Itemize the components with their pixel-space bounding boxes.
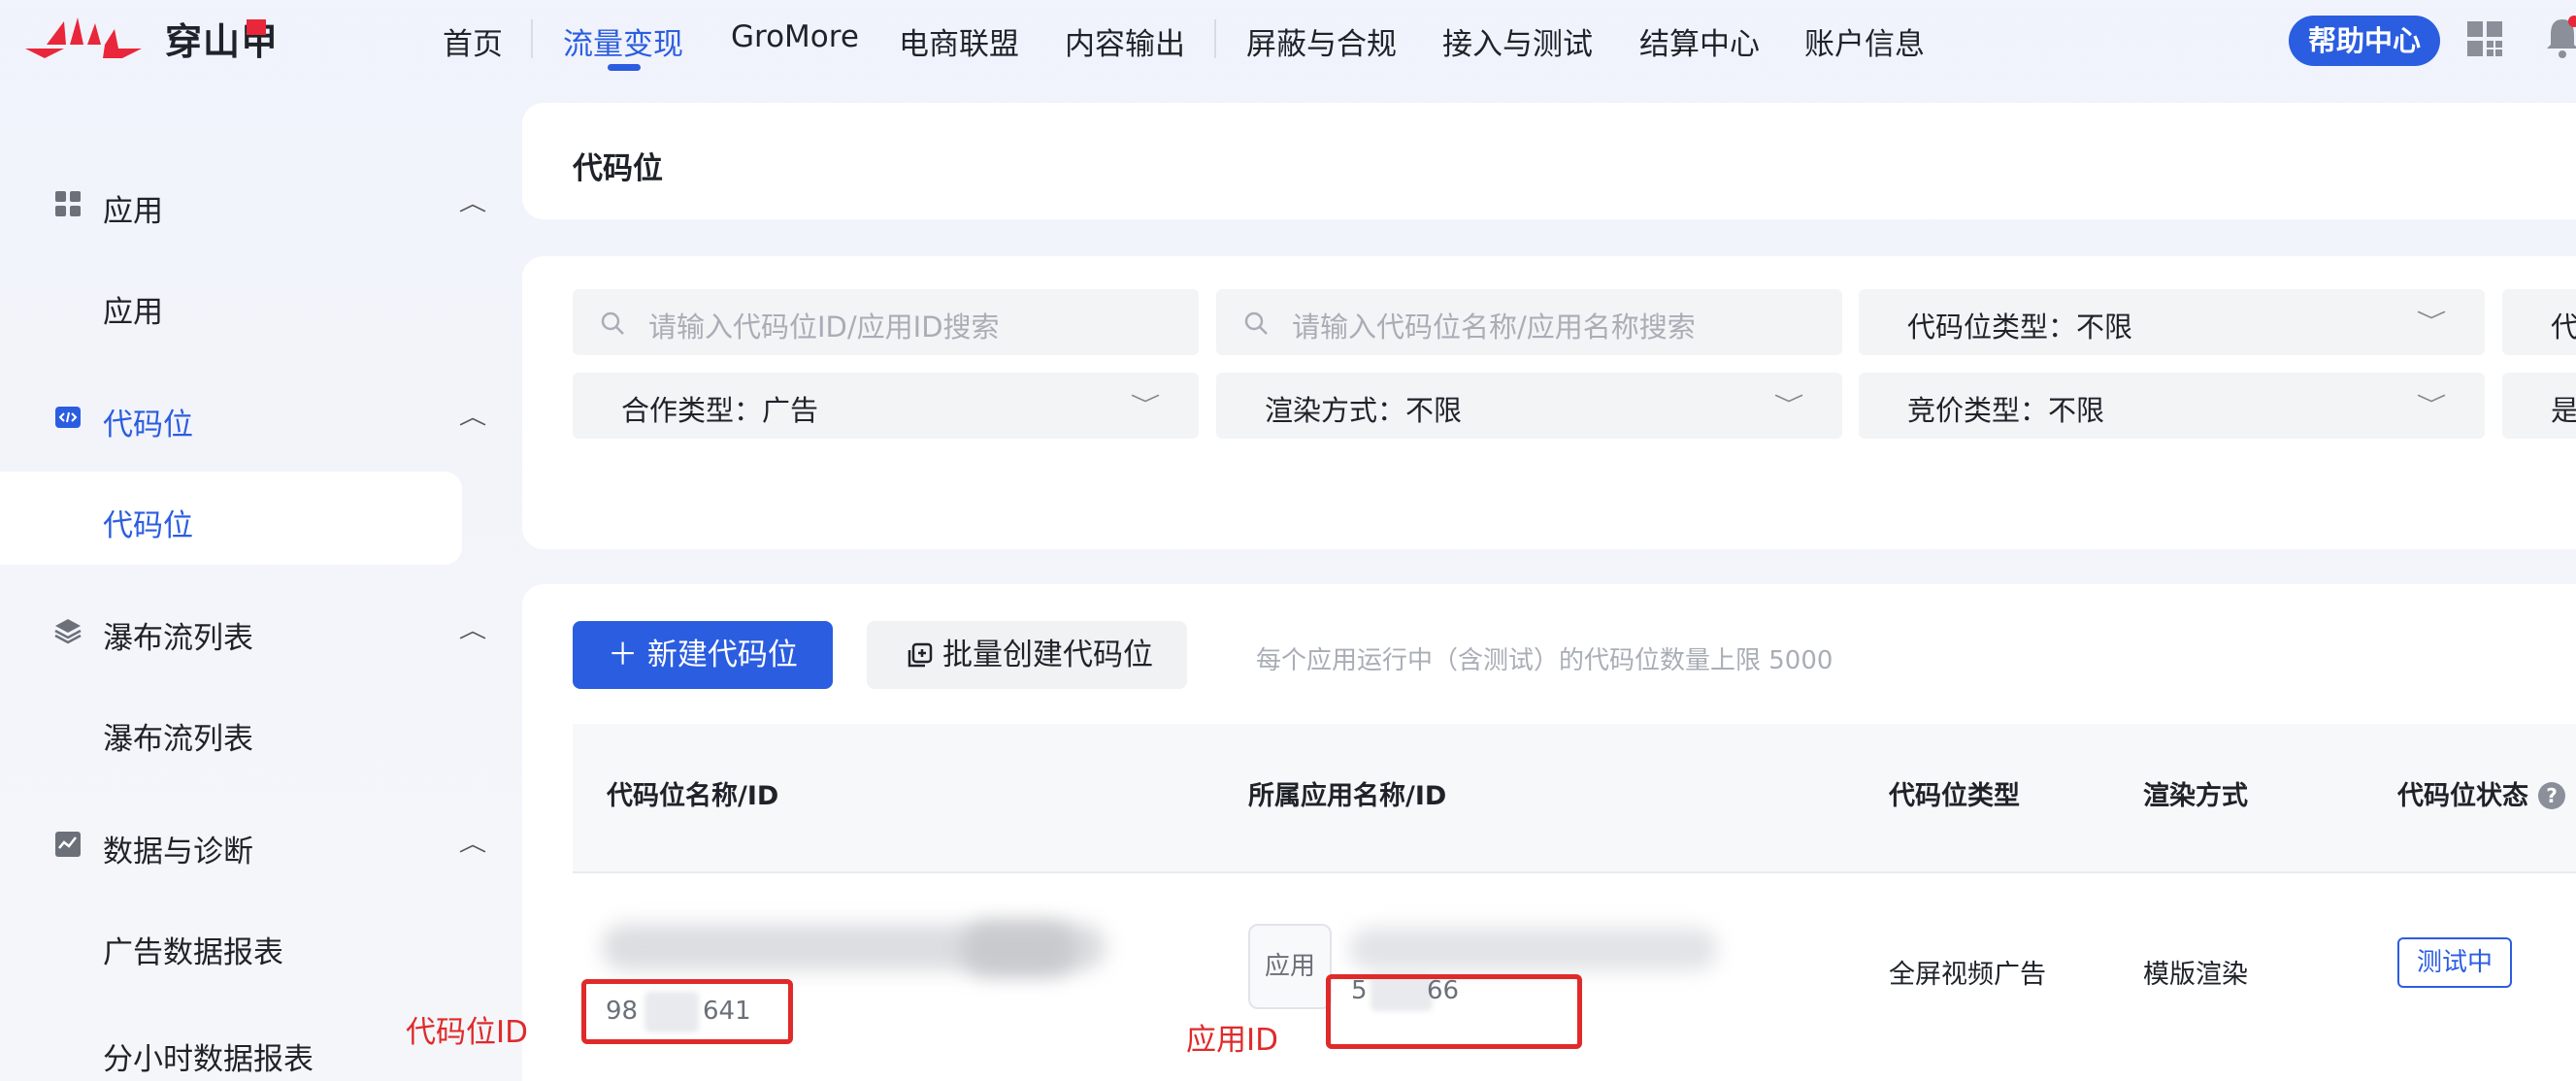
chevron-up-icon[interactable]: ︿ [459,827,487,858]
search-name-placeholder: 请输入代码位名称/应用名称搜索 [1292,311,1696,344]
new-code-slot-label: 新建代码位 [646,638,798,672]
batch-create-label: 批量创建代码位 [942,638,1153,672]
chevron-up-icon[interactable]: ︿ [459,613,487,644]
sidebar-item-code-slots[interactable]: 代码位 [103,501,193,544]
new-code-slot-button[interactable]: ＋ 新建代码位 [573,621,833,689]
chevron-up-icon[interactable]: ︿ [459,186,487,217]
slot-id-annotation-box [581,979,793,1044]
batch-copy-icon [908,642,933,668]
bid-type-value: 竞价类型：不限 [1907,394,2105,427]
page-header-card [522,103,2576,219]
filter-cut-text: 代 [2551,311,2576,344]
chart-icon [55,832,81,857]
render-mode-select[interactable]: 渲染方式：不限 ﹀ [1216,373,1842,439]
slot-type-select[interactable]: 代码位类型：不限 ﹀ [1859,289,2485,355]
top-navigation: 穿山甲 首页 流量变现 GroMore 电商联盟 内容输出 屏蔽与合规 接入与测… [0,0,2576,82]
column-header-status-label: 代码位状态 [2397,781,2528,811]
sidebar-item-hourly-report[interactable]: 分小时数据报表 [103,1034,314,1078]
nav-active-indicator [608,64,641,71]
app-icon-placeholder: 应用 [1248,924,1332,1009]
chevron-up-icon[interactable]: ︿ [459,400,487,431]
app-id-annotation-label: 应用ID [1186,1023,1279,1058]
render-cell: 模版渲染 [2143,960,2248,990]
app-id-annotation-box [1326,974,1582,1049]
table-header: 代码位名称/ID 所属应用名称/ID 代码位类型 渲染方式 代码位状态? [573,724,2576,873]
sidebar-active-highlight [0,472,462,565]
sidebar-item-apps[interactable]: 应用 [103,287,163,331]
sidebar-group-label: 应用 [103,194,163,229]
nav-divider [531,19,533,58]
coop-type-value: 合作类型：广告 [621,394,819,427]
page-title: 代码位 [573,151,663,186]
nav-account[interactable]: 账户信息 [1804,19,1925,63]
code-icon [55,407,81,428]
nav-content-output[interactable]: 内容输出 [1065,19,1185,63]
sidebar-item-waterfall[interactable]: 瀑布流列表 [103,714,253,758]
nav-shield-compliance[interactable]: 屏蔽与合规 [1246,19,1397,63]
apps-grid-icon[interactable] [2465,19,2504,58]
pangle-logo[interactable] [25,16,171,62]
column-header-slot-type: 代码位类型 [1889,781,2020,811]
slot-type-value: 代码位类型：不限 [1907,311,2133,344]
filter-cut-right-1[interactable]: 代 [2502,289,2576,355]
slot-limit-hint: 每个应用运行中（含测试）的代码位数量上限 5000 [1256,646,1833,675]
column-header-slot: 代码位名称/ID [607,781,779,811]
filter-cut-right-2[interactable]: 是 [2502,373,2576,439]
bell-icon[interactable] [2543,14,2576,60]
slot-type-cell: 全屏视频广告 [1889,960,2046,990]
help-center-button[interactable]: 帮助中心 [2289,16,2440,66]
question-circle-icon[interactable]: ? [2538,782,2565,809]
render-mode-value: 渲染方式：不限 [1265,394,1463,427]
bid-type-select[interactable]: 竞价类型：不限 ﹀ [1859,373,2485,439]
blurred-slot-name-tail [961,922,1077,976]
status-badge: 测试中 [2397,937,2512,988]
filter-cut-text: 是 [2551,394,2576,427]
batch-create-button[interactable]: 批量创建代码位 [867,621,1187,689]
sidebar-group-label: 数据与诊断 [103,835,253,869]
nav-settlement[interactable]: 结算中心 [1639,19,1760,63]
plus-icon: ＋ [608,638,647,672]
slot-id-annotation-label: 代码位ID [406,1015,529,1050]
sidebar-group-label: 代码位 [103,408,193,442]
column-header-status: 代码位状态? [2397,774,2565,812]
column-header-render: 渲染方式 [2143,781,2248,811]
layers-icon [54,619,82,644]
chevron-down-icon: ﹀ [2416,394,2447,418]
nav-integration-testing[interactable]: 接入与测试 [1442,19,1593,63]
flag-icon [247,19,266,35]
search-id-placeholder: 请输入代码位ID/应用ID搜索 [648,311,1000,344]
grid-icon [55,191,81,216]
sidebar-item-ad-report[interactable]: 广告数据报表 [103,928,283,971]
sidebar-group-label: 瀑布流列表 [103,621,253,656]
nav-divider [1214,19,1216,58]
nav-gromore[interactable]: GroMore [731,19,859,54]
nav-home[interactable]: 首页 [443,19,503,63]
search-name-input[interactable]: 请输入代码位名称/应用名称搜索 [1216,289,1842,355]
blurred-app-name [1349,928,1718,970]
search-id-input[interactable]: 请输入代码位ID/应用ID搜索 [573,289,1199,355]
nav-traffic-monetization[interactable]: 流量变现 [563,19,683,63]
column-header-app: 所属应用名称/ID [1248,781,1447,811]
chevron-down-icon: ﹀ [2416,311,2447,335]
chevron-down-icon: ﹀ [1130,394,1161,418]
coop-type-select[interactable]: 合作类型：广告 ﹀ [573,373,1199,439]
search-icon [601,311,624,335]
chevron-down-icon: ﹀ [1773,394,1804,418]
nav-ecommerce-alliance[interactable]: 电商联盟 [899,19,1019,63]
search-icon [1244,311,1268,335]
